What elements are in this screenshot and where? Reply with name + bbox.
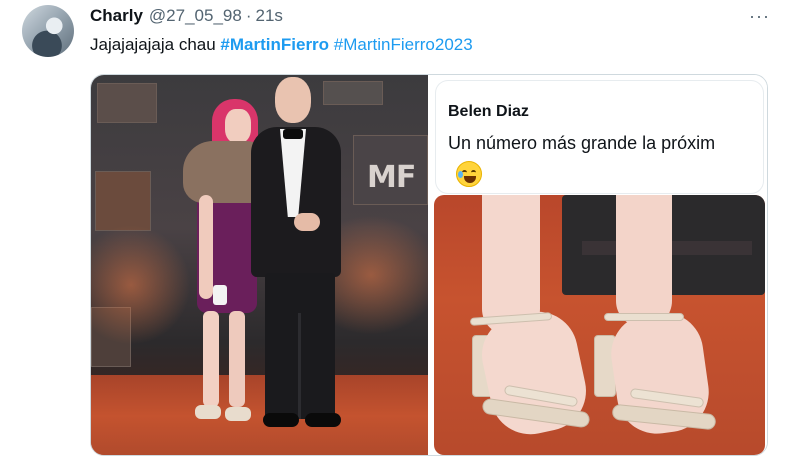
woman-leg <box>229 311 245 407</box>
man-head <box>275 77 311 123</box>
media-container[interactable]: MF Belen Diaz Un número más grande la pr… <box>90 74 768 456</box>
photo-quote-screenshot[interactable]: Belen Diaz Un número más grande la próxi… <box>430 75 767 455</box>
separator-dot: · <box>245 6 252 25</box>
tweet-header: Charly @27_05_98 · 21s <box>90 6 283 28</box>
timestamp[interactable]: 21s <box>256 6 283 26</box>
quote-author-name: Belen Diaz <box>448 103 529 120</box>
woman-face <box>225 109 251 143</box>
man-shoe <box>305 413 341 427</box>
event-logo: MF <box>367 160 416 195</box>
man-trousers <box>265 273 335 419</box>
tweet-text: Jajajajajaja chau #MartinFierro #MartinF… <box>90 35 473 55</box>
background-panel <box>323 81 383 105</box>
man-bowtie <box>283 129 303 139</box>
red-carpet <box>91 375 428 455</box>
photo-couple[interactable]: MF <box>91 75 428 455</box>
tweet-text-plain: Jajajajajaja chau <box>90 35 221 54</box>
author-handle[interactable]: @27_05_98 <box>149 6 242 26</box>
quoted-comment: Belen Diaz Un número más grande la próxi… <box>436 81 763 193</box>
woman-leg <box>203 311 219 407</box>
author-name[interactable]: Charly <box>90 6 143 26</box>
background-panel <box>95 171 151 231</box>
feet-photo <box>434 195 765 455</box>
sandal-ankle-strap <box>604 313 684 321</box>
avatar[interactable] <box>22 5 74 57</box>
tweet[interactable]: Charly @27_05_98 · 21s ··· Jajajajajaja … <box>0 0 790 472</box>
background-glow <box>91 225 191 345</box>
woman-shoe <box>195 405 221 419</box>
hashtag-link[interactable]: #MartinFierro2023 <box>334 35 473 54</box>
quote-text: Un número más grande la próxim <box>448 133 716 153</box>
face-with-tears-of-joy-icon <box>456 161 482 187</box>
man-hand <box>294 213 320 231</box>
hashtag-link[interactable]: #MartinFierro <box>220 35 329 54</box>
phone <box>213 285 227 305</box>
man-shoe <box>263 413 299 427</box>
woman-arm <box>199 195 213 299</box>
emoji-mouth <box>464 176 476 183</box>
woman-shoe <box>225 407 251 421</box>
leg <box>616 195 672 327</box>
more-options-icon[interactable]: ··· <box>749 6 770 27</box>
emoji-tear <box>458 171 463 178</box>
background-panel <box>97 83 157 123</box>
